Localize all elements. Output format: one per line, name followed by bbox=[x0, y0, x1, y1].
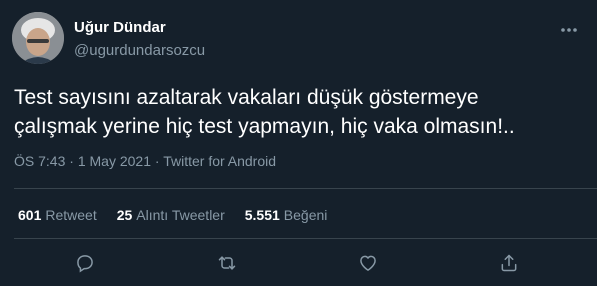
quotes-count: 25 bbox=[116, 207, 133, 223]
share-button[interactable] bbox=[494, 250, 524, 280]
likes-label: Beğeni bbox=[283, 207, 328, 223]
like-button[interactable] bbox=[353, 250, 383, 280]
tweet-meta: ÖS 7:43 · 1 May 2021 · Twitter for Andro… bbox=[14, 153, 276, 169]
retweet-button[interactable] bbox=[212, 250, 242, 280]
quotes-stat[interactable]: 25 Alıntı Tweetler bbox=[117, 207, 225, 223]
retweets-label: Retweet bbox=[45, 207, 97, 223]
tweet-date[interactable]: 1 May 2021 bbox=[78, 153, 151, 169]
likes-count: 5.551 bbox=[244, 207, 280, 223]
tweet-stats: 601 Retweet 25 Alıntı Tweetler 5.551 Beğeni bbox=[18, 207, 327, 223]
meta-separator: · bbox=[151, 153, 164, 169]
meta-separator: · bbox=[65, 153, 78, 169]
reply-icon bbox=[75, 253, 95, 278]
tweet-time[interactable]: ÖS 7:43 bbox=[14, 153, 65, 169]
divider bbox=[14, 238, 597, 239]
divider bbox=[14, 188, 597, 189]
user-handle[interactable]: @ugurdundarsozcu bbox=[74, 42, 205, 59]
tweet-actions bbox=[0, 250, 597, 280]
avatar[interactable] bbox=[12, 12, 64, 64]
likes-stat[interactable]: 5.551 Beğeni bbox=[245, 207, 328, 223]
retweets-stat[interactable]: 601 Retweet bbox=[18, 207, 97, 223]
quotes-label: Alıntı Tweetler bbox=[136, 207, 225, 223]
tweet-header: Uğur Dündar @ugurdundarsozcu bbox=[12, 12, 585, 66]
more-icon[interactable] bbox=[557, 18, 581, 42]
user-name[interactable]: Uğur Dündar bbox=[74, 19, 166, 36]
heart-icon bbox=[358, 253, 378, 278]
tweet-text: Test sayısını azaltarak vakaları düşük g… bbox=[14, 86, 515, 138]
retweet-icon bbox=[216, 253, 238, 278]
tweet-source[interactable]: Twitter for Android bbox=[163, 153, 276, 169]
retweets-count: 601 bbox=[18, 207, 42, 223]
share-icon bbox=[499, 253, 519, 278]
reply-button[interactable] bbox=[70, 250, 100, 280]
